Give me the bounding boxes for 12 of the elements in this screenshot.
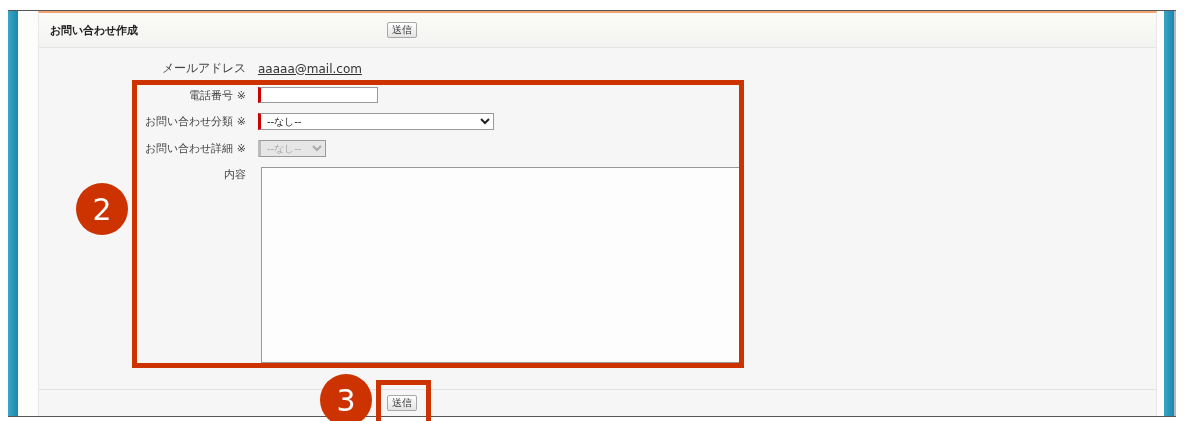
- field-label: 内容: [223, 167, 247, 182]
- field-label: メールアドレス: [161, 60, 247, 77]
- email-value: aaaaa@mail.com: [258, 61, 362, 76]
- send-button[interactable]: 送信: [387, 395, 417, 411]
- field-label: お問い合わせ分類 ※: [144, 114, 247, 129]
- highlight-frame: [376, 380, 431, 421]
- form-title: お問い合わせ作成: [50, 22, 139, 38]
- field-label: お問い合わせ詳細 ※: [144, 141, 247, 156]
- field-label: 電話番号 ※: [188, 87, 247, 103]
- phone-input-field[interactable]: [258, 87, 378, 103]
- send-button[interactable]: 送信: [387, 22, 417, 38]
- dropdown[interactable]: --なし--: [258, 113, 494, 130]
